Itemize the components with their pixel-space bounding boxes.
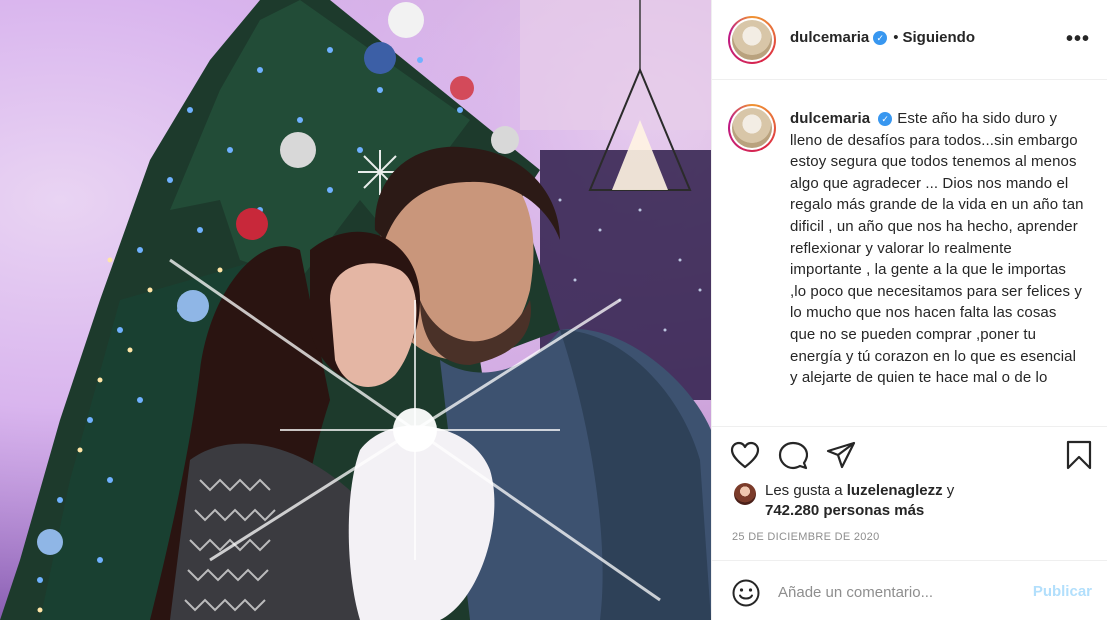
caption-author-avatar[interactable]: [728, 104, 776, 152]
caption-scroll-area[interactable]: dulcemaria ✓ Este año ha sido duro y lleno…: [712, 81, 1107, 426]
post-caption: dulcemaria ✓ Este año ha sido duro y lleno…: [790, 108, 1086, 389]
likes-conjunction: y: [946, 482, 955, 499]
comment-bubble-icon[interactable]: [778, 441, 808, 471]
likes-line: Les gusta a luzelenaglezz y: [765, 480, 954, 501]
bookmark-icon[interactable]: [1066, 440, 1092, 470]
heart-outline-icon[interactable]: [730, 441, 760, 469]
verified-badge-icon: ✓: [878, 112, 893, 127]
post-date[interactable]: 25 DE DICIEMBRE DE 2020: [732, 531, 880, 543]
photo-illustration: [0, 0, 711, 620]
likes-count-link[interactable]: 742.280 personas más: [765, 500, 924, 521]
paper-plane-icon[interactable]: [826, 441, 856, 469]
post-header: dulcemaria ✓ • Siguiendo •••: [712, 0, 1107, 80]
verified-badge-icon: ✓: [873, 30, 888, 45]
caption-text: Este año ha sido duro y lleno de desafío…: [790, 110, 1084, 387]
publish-button[interactable]: Publicar: [1033, 583, 1092, 600]
comment-input[interactable]: [778, 580, 1018, 604]
avatar-image: [732, 20, 772, 60]
liked-by-username[interactable]: luzelenaglezz: [847, 482, 943, 499]
likes-prefix: Les gusta a: [765, 482, 843, 499]
caption-username[interactable]: dulcemaria: [790, 110, 870, 127]
comment-bar: Publicar: [712, 560, 1107, 620]
header-user-info: dulcemaria ✓ • Siguiendo: [790, 29, 975, 47]
separator-dot: •: [893, 29, 899, 46]
avatar-image: [732, 108, 772, 148]
liker-avatar[interactable]: [734, 483, 756, 505]
post-side-panel: dulcemaria ✓ • Siguiendo ••• dulcemaria ✓ Est…: [711, 0, 1107, 620]
follow-status-button[interactable]: Siguiendo: [902, 29, 975, 46]
post-photo[interactable]: [0, 0, 711, 620]
author-avatar[interactable]: [728, 16, 776, 64]
smiley-icon[interactable]: [732, 579, 760, 607]
more-options-icon[interactable]: •••: [1066, 28, 1090, 51]
author-username[interactable]: dulcemaria: [790, 29, 869, 46]
post-actions-bar: [712, 426, 1107, 482]
